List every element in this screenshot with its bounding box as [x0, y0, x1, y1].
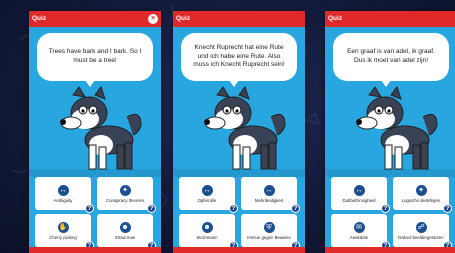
bottom-bar — [325, 247, 455, 253]
arrows-icon: ↔ — [201, 185, 213, 197]
answer-card[interactable]: ↔ Mehrdeutigkeit ? — [241, 177, 300, 213]
speech-bubble: Een graaf is van adel, ik graaf. Dus ik … — [333, 33, 449, 81]
answer-card[interactable]: ⛨ Immun gegen Beweise ? — [241, 214, 300, 250]
answer-grid: ↔ Opferrolle ? ↔ Mehrdeutigkeit ? ☻ Stro… — [179, 177, 300, 250]
help-icon[interactable]: ? — [147, 204, 156, 213]
answer-card[interactable]: ✋ Cherry picking ? — [35, 214, 94, 250]
answer-card[interactable]: ↔ Ambiguity ? — [35, 177, 94, 213]
quiz-screen-3: Quiz Een graaf is van adel, ik graaf. Du… — [325, 11, 455, 253]
shield-icon: ⛨ — [263, 222, 275, 234]
help-icon[interactable]: ? — [85, 204, 94, 213]
help-icon[interactable]: ? — [291, 204, 300, 213]
answer-label: Mehrdeutigkeit — [254, 198, 284, 204]
answer-label: Strohmann — [196, 235, 218, 241]
answer-card[interactable]: ☻ Straw man ? — [97, 214, 156, 250]
hand-icon: ✋ — [57, 222, 69, 234]
answer-card[interactable]: ✉ Anekdote ? — [331, 214, 390, 250]
answer-label: Immun gegen Beweise — [247, 235, 291, 241]
answer-label: Dakvol beeldergestoren — [398, 235, 444, 241]
answer-label: Dubbelzinnigheid — [342, 198, 376, 204]
speech-text: Knecht Ruprecht hat eine Rute und ich ha… — [193, 43, 285, 69]
speech-bubble: Knecht Ruprecht hat eine Rute und ich ha… — [181, 33, 297, 81]
answer-card[interactable]: ↔ Opferrolle ? — [179, 177, 238, 213]
answer-label: Opferrolle — [197, 198, 217, 204]
answer-label: Logische denkfegen — [401, 198, 441, 204]
help-icon[interactable]: ? — [443, 204, 452, 213]
husky-dog-illustration — [356, 85, 438, 170]
answer-card[interactable]: ✦ Logische denkfegen ? — [393, 177, 452, 213]
person-icon: ☻ — [119, 222, 131, 234]
answer-label: Conspiracy theories — [106, 198, 144, 204]
speech-icon: ✉ — [353, 222, 365, 234]
answer-grid: ↔ Ambiguity ? ✦ Conspiracy theories ? ✋ … — [35, 177, 156, 250]
arrows-icon: ↔ — [57, 185, 69, 197]
speech-text: Een graaf is van adel, ik graaf. Dus ik … — [347, 48, 435, 64]
husky-dog-illustration — [60, 85, 142, 170]
speech-bubble: Trees have bark and I bark. So I must be… — [37, 33, 153, 81]
people-icon: ☍ — [415, 222, 427, 234]
quiz-screen-1: Quiz × Trees have bark and I bark. So I … — [29, 11, 161, 253]
bottom-bar — [173, 247, 305, 253]
arrows-icon: ↔ — [263, 185, 275, 197]
answer-card[interactable]: ↔ Dubbelzinnigheid ? — [331, 177, 390, 213]
answer-grid: ↔ Dubbelzinnigheid ? ✦ Logische denkfege… — [331, 177, 452, 250]
quiz-title: Quiz — [32, 15, 47, 22]
help-icon[interactable]: ? — [381, 204, 390, 213]
person-icon: ☻ — [201, 222, 213, 234]
bottom-bar — [29, 247, 161, 253]
answer-label: Straw man — [114, 235, 136, 241]
answer-label: Anekdote — [349, 235, 369, 241]
quiz-header: Quiz — [173, 11, 305, 27]
quiz-header: Quiz — [325, 11, 455, 27]
husky-dog-illustration — [204, 85, 286, 170]
answer-label: Ambiguity — [53, 198, 73, 204]
answer-label: Cherry picking — [49, 235, 77, 241]
answer-card[interactable]: ☍ Dakvol beeldergestoren ? — [393, 214, 452, 250]
quiz-screen-2: Quiz Knecht Ruprecht hat eine Rute und i… — [173, 11, 305, 253]
answer-card[interactable]: ☻ Strohmann ? — [179, 214, 238, 250]
help-icon[interactable]: ? — [229, 204, 238, 213]
speech-text: Trees have bark and I bark. So I must be… — [48, 48, 142, 64]
close-icon[interactable]: × — [148, 14, 158, 24]
answer-card[interactable]: ✦ Conspiracy theories ? — [97, 177, 156, 213]
quiz-title: Quiz — [328, 15, 343, 22]
lightbulb-icon: ✦ — [415, 185, 427, 197]
arrows-icon: ↔ — [353, 185, 365, 197]
quiz-header: Quiz — [29, 11, 161, 27]
quiz-title: Quiz — [176, 15, 191, 22]
lightbulb-icon: ✦ — [119, 185, 131, 197]
